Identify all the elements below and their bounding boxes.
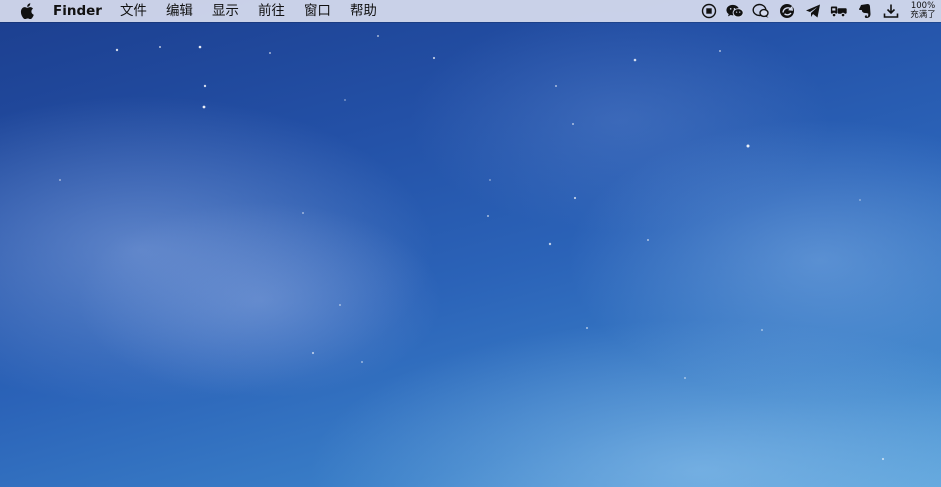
status-menu-area: 100% 充满了 — [700, 0, 941, 22]
menu-go[interactable]: 前往 — [258, 0, 285, 22]
desktop-wallpaper: Finder 文件 编辑 显示 前往 窗口 帮助 100% 充满了 — [0, 0, 941, 487]
menu-help[interactable]: 帮助 — [350, 0, 377, 22]
menu-window[interactable]: 窗口 — [304, 0, 331, 22]
menu-file[interactable]: 文件 — [120, 0, 147, 22]
browser-sync-icon[interactable] — [778, 2, 796, 20]
menu-bar: Finder 文件 编辑 显示 前往 窗口 帮助 100% 充满了 — [0, 0, 941, 22]
evernote-icon[interactable] — [856, 2, 874, 20]
battery-status[interactable]: 100% 充满了 — [908, 2, 938, 20]
menu-bar-left: Finder 文件 编辑 显示 前往 窗口 帮助 — [0, 0, 396, 22]
screen-record-stop-icon[interactable] — [700, 2, 718, 20]
chat-bubble-icon[interactable] — [752, 2, 770, 20]
menu-edit[interactable]: 编辑 — [166, 0, 193, 22]
menu-view[interactable]: 显示 — [212, 0, 239, 22]
telegram-icon[interactable] — [804, 2, 822, 20]
apple-logo-icon[interactable] — [20, 3, 34, 19]
wallpaper-stars — [59, 35, 885, 461]
menu-app-finder[interactable]: Finder — [53, 0, 102, 22]
wechat-icon[interactable] — [726, 2, 744, 20]
delivery-truck-icon[interactable] — [830, 2, 848, 20]
download-icon[interactable] — [882, 2, 900, 20]
battery-charge-status: 充满了 — [910, 10, 936, 20]
